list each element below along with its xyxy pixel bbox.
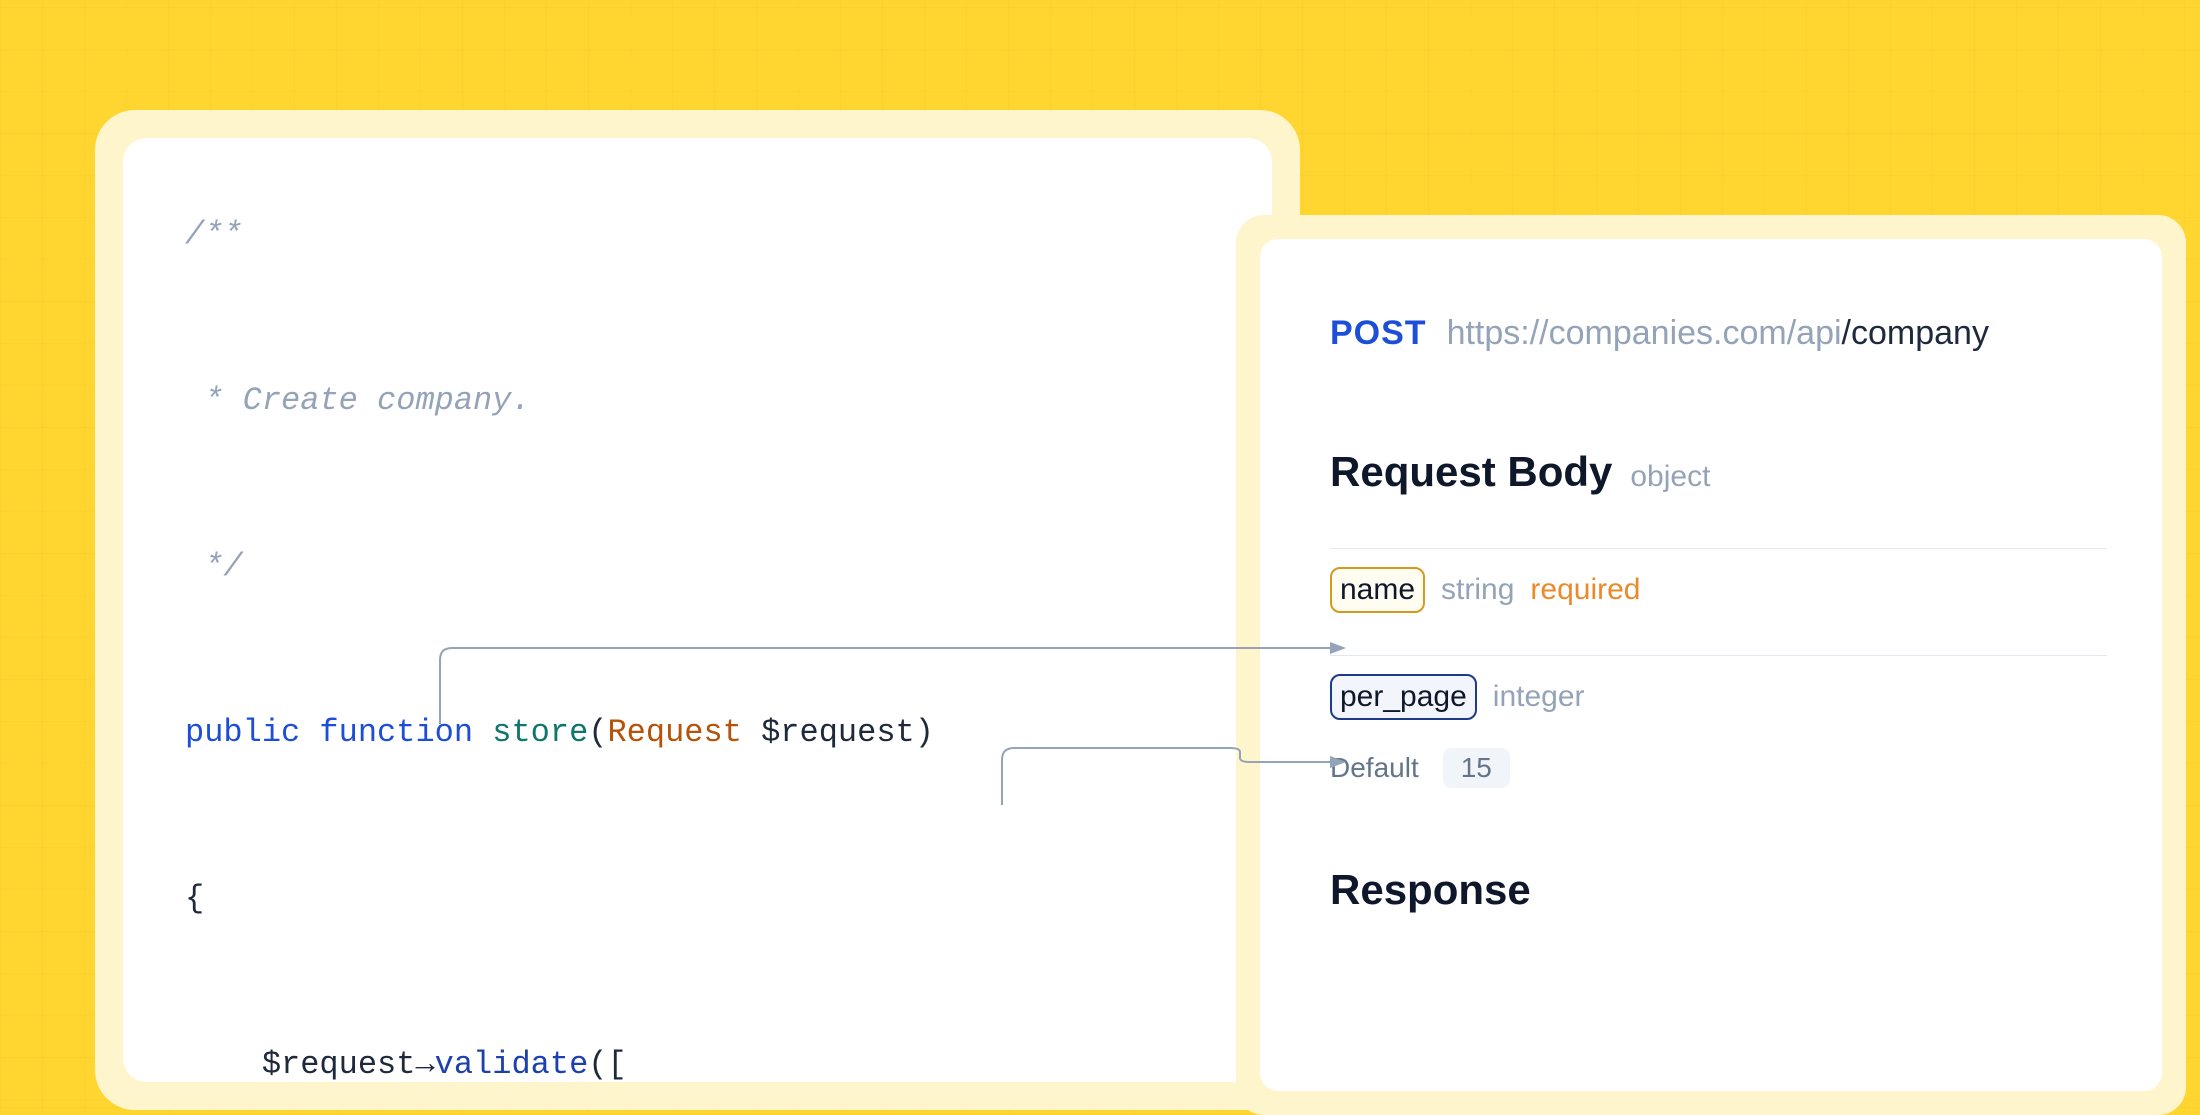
fn-store: store bbox=[492, 714, 588, 751]
var-request-1: $request bbox=[262, 1046, 416, 1082]
paren-open: ( bbox=[588, 714, 607, 751]
param-row-perpage: per_page integer bbox=[1330, 655, 2107, 720]
param-type: Request bbox=[607, 714, 741, 751]
doc-line: * Create company. bbox=[185, 382, 531, 419]
kw-function: function bbox=[319, 714, 473, 751]
request-body-heading: Request Body object bbox=[1330, 448, 2107, 496]
docs-card-container: POST https://companies.com/api/company R… bbox=[1236, 215, 2186, 1115]
method-validate: validate bbox=[435, 1046, 589, 1082]
param-perpage-pill[interactable]: per_page bbox=[1330, 674, 1477, 720]
param-request: $request bbox=[761, 714, 915, 751]
param-name-required: required bbox=[1530, 573, 1640, 607]
code-block: /** * Create company. */ public function… bbox=[185, 193, 1210, 1082]
docs-card: POST https://companies.com/api/company R… bbox=[1260, 239, 2162, 1091]
url-base: https://companies.com/api bbox=[1447, 314, 1842, 352]
default-row: Default 15 bbox=[1330, 748, 2107, 788]
code-card-container: /** * Create company. */ public function… bbox=[95, 110, 1300, 1110]
paren-close: ) bbox=[915, 714, 934, 751]
default-value-badge: 15 bbox=[1443, 748, 1510, 788]
arrow-1: → bbox=[415, 1046, 434, 1082]
param-perpage-type: integer bbox=[1493, 680, 1585, 714]
endpoint-row: POST https://companies.com/api/company bbox=[1330, 314, 2107, 353]
default-label: Default bbox=[1330, 752, 1419, 784]
response-heading: Response bbox=[1330, 866, 2107, 914]
doc-close: */ bbox=[185, 548, 243, 585]
request-body-type: object bbox=[1630, 460, 1710, 494]
param-name-type: string bbox=[1441, 573, 1514, 607]
brace-open: { bbox=[185, 880, 204, 917]
endpoint-url: https://companies.com/api/company bbox=[1447, 314, 1989, 353]
url-path: /company bbox=[1842, 314, 1989, 352]
bracket-open: ([ bbox=[588, 1046, 626, 1082]
param-row-name: name string required bbox=[1330, 548, 2107, 613]
code-card: /** * Create company. */ public function… bbox=[123, 138, 1272, 1082]
doc-open: /** bbox=[185, 216, 243, 253]
request-body-title: Request Body bbox=[1330, 448, 1612, 496]
kw-public: public bbox=[185, 714, 300, 751]
http-method-badge: POST bbox=[1330, 314, 1427, 353]
param-name-pill[interactable]: name bbox=[1330, 567, 1425, 613]
